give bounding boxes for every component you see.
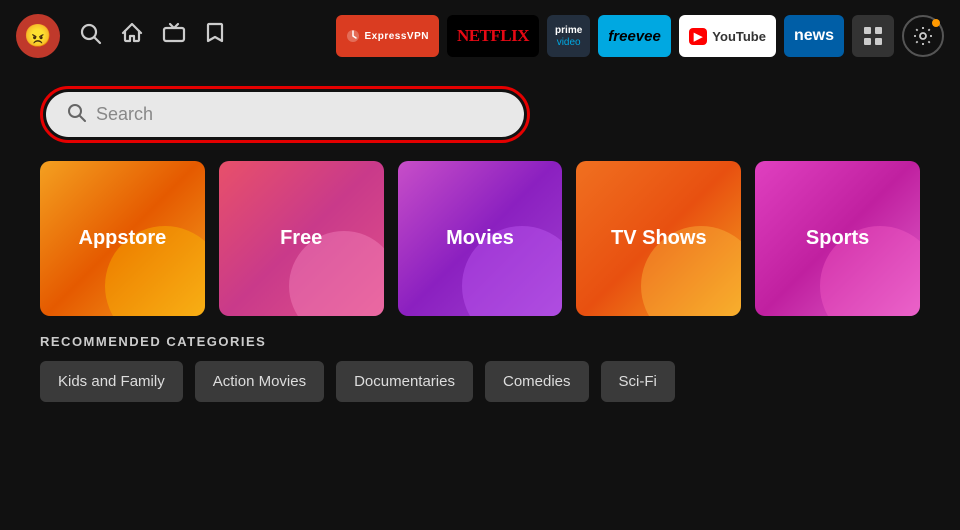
rec-tag-scifi-label: Sci-Fi xyxy=(619,373,657,390)
category-sports-label: Sports xyxy=(806,227,869,250)
rec-tag-scifi[interactable]: Sci-Fi xyxy=(601,361,675,402)
rec-tag-action[interactable]: Action Movies xyxy=(195,361,324,402)
category-appstore[interactable]: Appstore xyxy=(40,161,205,316)
category-movies-label: Movies xyxy=(446,227,514,250)
news-label: news xyxy=(794,27,834,45)
categories-section: Appstore Free Movies TV Shows Sports xyxy=(0,161,960,316)
tv-icon[interactable] xyxy=(162,21,186,51)
rec-tag-comedies-label: Comedies xyxy=(503,373,571,390)
category-free-label: Free xyxy=(280,227,322,250)
news-badge[interactable]: news xyxy=(784,15,844,57)
expressvpn-label: ExpressVPN xyxy=(364,31,428,42)
prime-label: prime xyxy=(555,25,582,36)
freevee-label: freevee xyxy=(608,28,661,45)
freevee-badge[interactable]: freevee xyxy=(598,15,671,57)
recommended-title: RECOMMENDED CATEGORIES xyxy=(40,334,920,349)
rec-tag-documentaries-label: Documentaries xyxy=(354,373,455,390)
search-placeholder: Search xyxy=(96,104,153,125)
category-appstore-label: Appstore xyxy=(79,227,167,250)
rec-tag-comedies[interactable]: Comedies xyxy=(485,361,589,402)
category-sports[interactable]: Sports xyxy=(755,161,920,316)
expressvpn-badge[interactable]: ExpressVPN xyxy=(336,15,438,57)
netflix-badge[interactable]: NETFLIX xyxy=(447,15,539,57)
prime-video-label: video xyxy=(557,37,581,48)
grid-button[interactable] xyxy=(852,15,894,57)
netflix-label: NETFLIX xyxy=(457,26,529,46)
category-tvshows[interactable]: TV Shows xyxy=(576,161,741,316)
search-section: Search xyxy=(0,72,960,161)
bookmark-icon[interactable] xyxy=(204,21,226,51)
avatar-emoji: 😠 xyxy=(24,23,51,49)
avatar[interactable]: 😠 xyxy=(16,14,60,58)
category-movies[interactable]: Movies xyxy=(398,161,563,316)
search-input-icon xyxy=(66,102,86,127)
search-box-wrapper: Search xyxy=(40,86,530,143)
search-box[interactable]: Search xyxy=(46,92,524,137)
prime-badge[interactable]: prime video xyxy=(547,15,590,57)
search-icon[interactable] xyxy=(78,21,102,51)
home-icon[interactable] xyxy=(120,21,144,51)
category-tvshows-label: TV Shows xyxy=(611,227,707,250)
rec-tag-kids[interactable]: Kids and Family xyxy=(40,361,183,402)
settings-button[interactable] xyxy=(902,15,944,57)
nav-right: ExpressVPN NETFLIX prime video freevee ▶… xyxy=(336,15,944,57)
youtube-badge[interactable]: ▶ YouTube xyxy=(679,15,776,57)
rec-tags: Kids and Family Action Movies Documentar… xyxy=(40,361,920,402)
recommended-section: RECOMMENDED CATEGORIES Kids and Family A… xyxy=(0,316,960,402)
rec-tag-documentaries[interactable]: Documentaries xyxy=(336,361,473,402)
nav-left: 😠 xyxy=(16,14,226,58)
category-free[interactable]: Free xyxy=(219,161,384,316)
youtube-play-icon: ▶ xyxy=(689,28,707,45)
youtube-label: YouTube xyxy=(712,29,766,44)
rec-tag-action-label: Action Movies xyxy=(213,373,306,390)
rec-tag-kids-label: Kids and Family xyxy=(58,373,165,390)
top-nav: 😠 ExpressVPN xyxy=(0,0,960,72)
